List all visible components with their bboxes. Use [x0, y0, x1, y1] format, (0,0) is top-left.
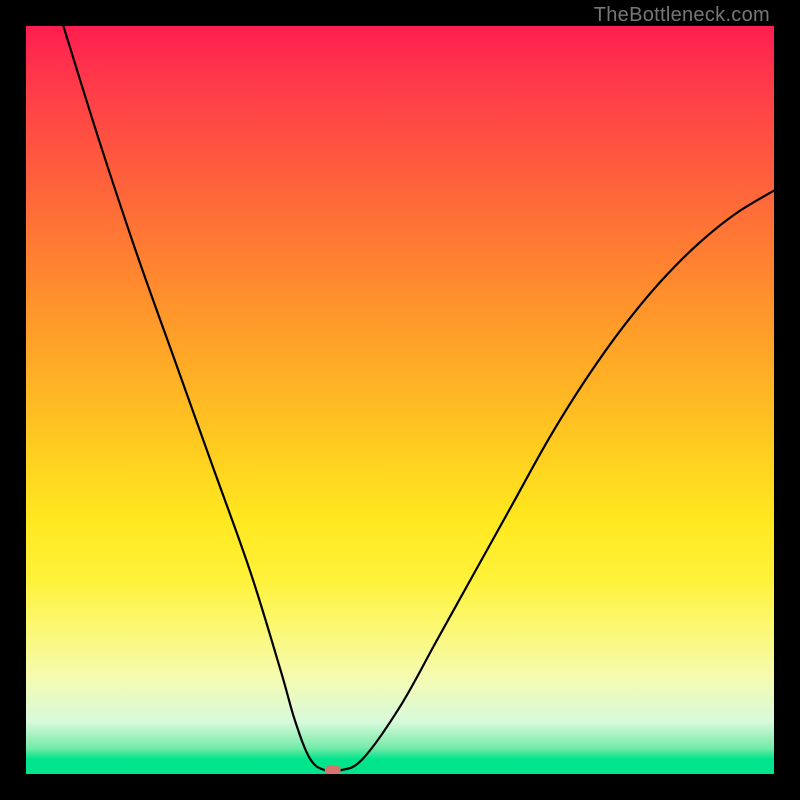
- chart-frame: TheBottleneck.com: [0, 0, 800, 800]
- plot-area: [26, 26, 774, 774]
- curve-svg: [26, 26, 774, 774]
- watermark-text: TheBottleneck.com: [594, 4, 770, 27]
- curve-line: [63, 26, 774, 772]
- minimum-marker: [325, 765, 341, 774]
